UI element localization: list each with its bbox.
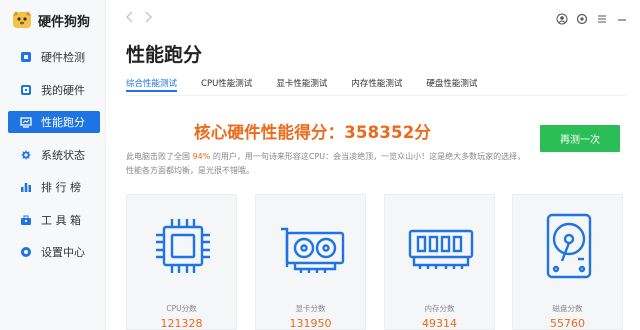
result-description: 此电脑击败了全国 94% 的用户，用一句诗来形容这CPU：会当凌绝顶，一览众山小… xyxy=(126,150,526,178)
my-hardware-icon xyxy=(20,84,32,96)
sidebar-item-label: 排 行 榜 xyxy=(41,181,81,194)
sidebar-item-label: 硬件检测 xyxy=(41,51,85,64)
gpu-score-card: 显卡分数 131950 xyxy=(255,194,366,330)
sidebar-item-ranking[interactable]: 排 行 榜 xyxy=(8,176,100,198)
app-name: 硬件狗狗 xyxy=(38,14,91,30)
menu-icon[interactable] xyxy=(596,10,608,23)
card-label: CPU分数 xyxy=(166,304,197,313)
card-value: 131950 xyxy=(289,317,332,330)
toolbox-icon xyxy=(20,214,32,226)
sidebar-item-label: 工 具 箱 xyxy=(41,213,81,227)
card-label: 磁盘分数 xyxy=(552,304,583,313)
page-title: 性能跑分 xyxy=(126,44,203,66)
sidebar-item-label: 我的硬件 xyxy=(41,83,85,97)
user-icon[interactable] xyxy=(556,10,568,25)
settings-icon xyxy=(20,246,32,258)
tab-cpu[interactable]: CPU性能测试 xyxy=(201,77,252,92)
score-headline: 核心硬件性能得分：358352分 xyxy=(194,123,432,142)
tab-overall[interactable]: 综合性能测试 xyxy=(126,77,178,92)
hardware-detect-icon xyxy=(20,51,32,63)
top-bar xyxy=(106,0,640,34)
sidebar-item-label: 性能跑分 xyxy=(41,116,85,129)
brand: 硬件狗狗 xyxy=(12,10,90,30)
card-value: 55760 xyxy=(550,317,585,330)
card-value: 49314 xyxy=(422,317,457,330)
description-text: 此电脑击败了全国 xyxy=(126,152,193,161)
settings-gear-icon[interactable] xyxy=(576,10,588,25)
dog-logo-icon xyxy=(12,10,32,30)
card-value: 121328 xyxy=(160,317,203,330)
system-status-icon xyxy=(20,149,32,161)
memory-score-card: 内存分数 49314 xyxy=(384,194,495,330)
sidebar-item-settings[interactable]: 设置中心 xyxy=(8,241,100,263)
sidebar-item-toolbox[interactable]: 工 具 箱 xyxy=(8,209,100,231)
gpu-icon xyxy=(281,227,345,273)
sidebar-item-label: 系统状态 xyxy=(41,148,85,162)
sidebar-item-my-hardware[interactable]: 我的硬件 xyxy=(8,79,100,101)
retest-button[interactable]: 再测一次 xyxy=(540,125,620,152)
tab-gpu[interactable]: 显卡性能测试 xyxy=(276,77,327,92)
sidebar-nav: 硬件检测 我的硬件 性能跑分 系统状态 排 行 榜 工 具 箱 设置中心 xyxy=(8,46,100,274)
forward-arrow-icon[interactable] xyxy=(142,9,154,23)
beat-percent: 94% xyxy=(192,152,211,161)
disk-icon xyxy=(546,213,592,279)
sidebar-item-benchmark[interactable]: 性能跑分 xyxy=(8,111,100,133)
benchmark-icon xyxy=(20,116,32,128)
minimize-icon[interactable] xyxy=(616,10,628,22)
ranking-icon xyxy=(20,181,32,193)
tab-divider xyxy=(126,95,626,96)
card-label: 显卡分数 xyxy=(295,304,326,313)
back-arrow-icon[interactable] xyxy=(124,9,136,23)
card-label: 内存分数 xyxy=(424,304,455,313)
ram-icon xyxy=(408,229,474,269)
sidebar-item-hardware-detect[interactable]: 硬件检测 xyxy=(8,46,100,68)
tab-bar: 综合性能测试 CPU性能测试 显卡性能测试 内存性能测试 硬盘性能测试 xyxy=(126,77,501,95)
tab-memory[interactable]: 内存性能测试 xyxy=(351,77,402,92)
score-cards: CPU分数 121328 显卡分数 131950 内存分数 49314 磁盘分数… xyxy=(126,194,626,330)
sidebar: 硬件狗狗 硬件检测 我的硬件 性能跑分 系统状态 排 行 榜 工 具 箱 设置中… xyxy=(0,0,106,330)
disk-score-card: 磁盘分数 55760 xyxy=(512,194,623,330)
cpu-icon xyxy=(156,219,210,273)
sidebar-item-label: 设置中心 xyxy=(41,246,85,259)
cpu-score-card: CPU分数 121328 xyxy=(126,194,237,330)
sidebar-item-system-status[interactable]: 系统状态 xyxy=(8,144,100,166)
tab-disk[interactable]: 硬盘性能测试 xyxy=(426,77,477,92)
